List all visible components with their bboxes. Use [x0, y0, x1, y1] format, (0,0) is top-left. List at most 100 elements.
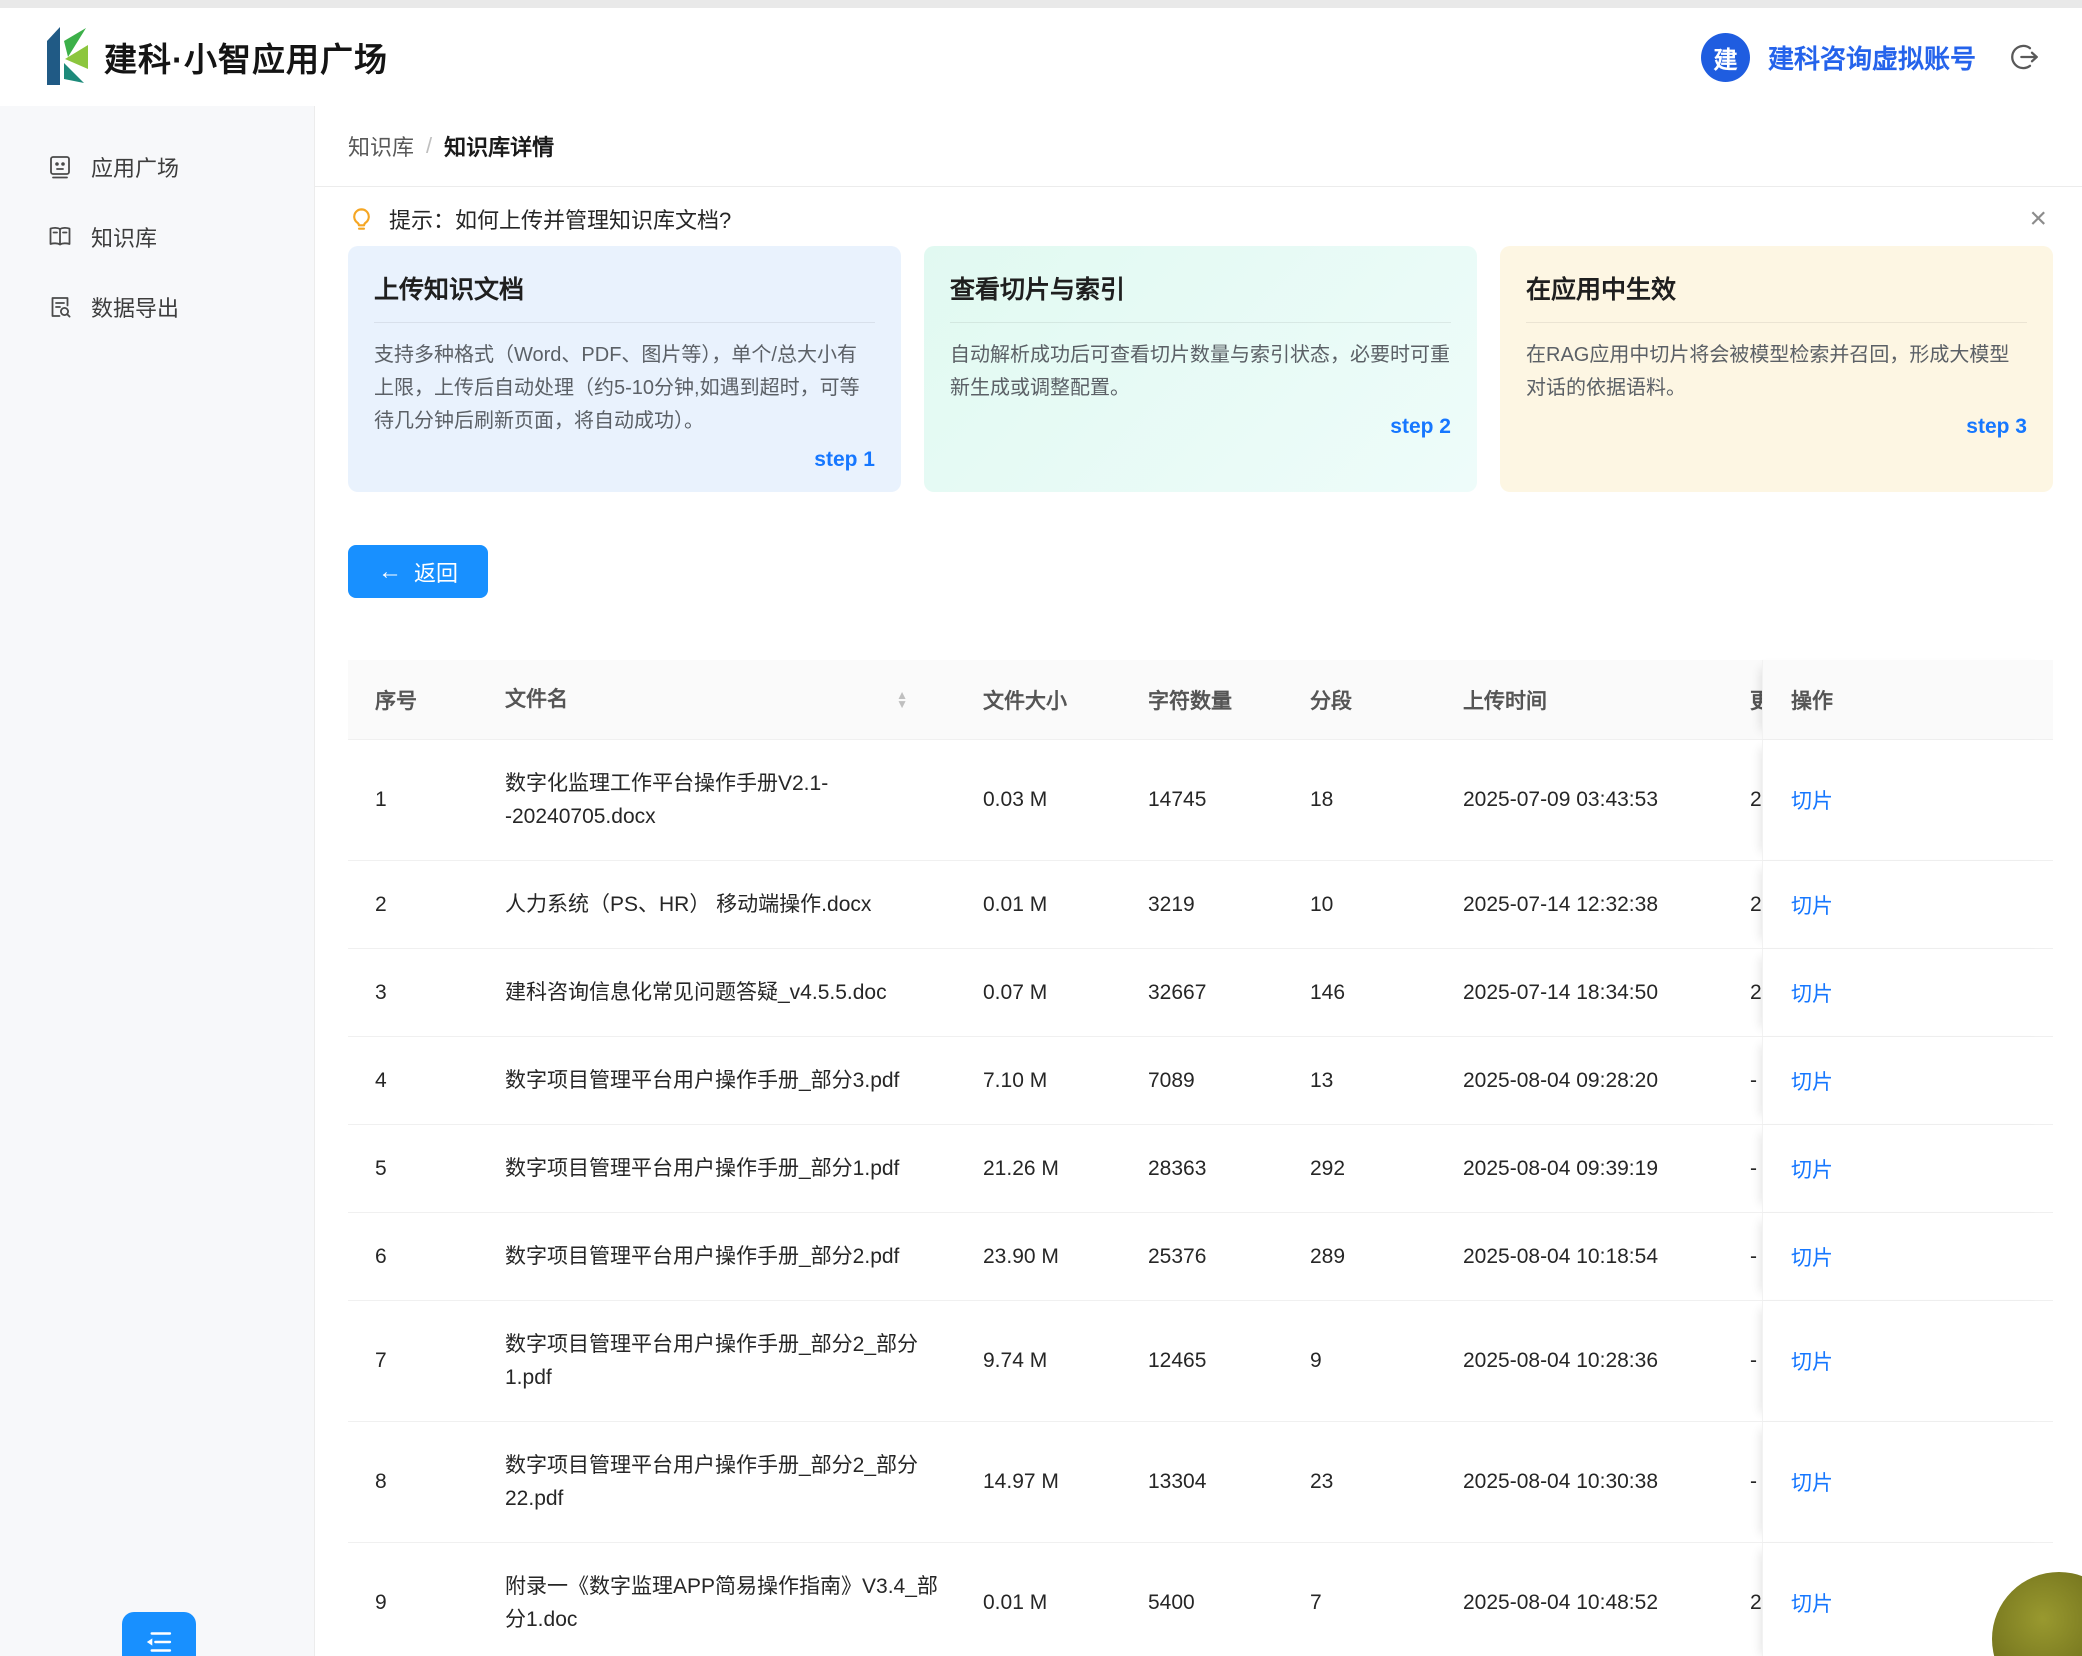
cell-uploadtime: 2025-08-04 10:18:54	[1440, 1245, 1747, 1269]
user-name[interactable]: 建科咨询虚拟账号	[1768, 39, 1976, 76]
cell-filesize: 0.01 M	[960, 1591, 1125, 1615]
header-actions: 操作	[1762, 660, 2053, 739]
slice-link[interactable]: 切片	[1791, 1588, 1833, 1618]
card-title: 上传知识文档	[374, 270, 875, 306]
cell-actions: 切片	[1762, 1213, 2053, 1300]
cell-uploadtime: 2025-07-09 03:43:53	[1440, 788, 1747, 812]
table-row: 1 数字化监理工作平台操作手册V2.1--20240705.docx 0.03 …	[348, 740, 2053, 861]
close-icon[interactable]: ×	[2023, 200, 2053, 238]
step-badge: step 3	[1526, 415, 2027, 439]
header-filename: 文件名 ▲▼	[480, 683, 960, 716]
step-badge: step 2	[950, 415, 1451, 439]
brand: 建科·小智应用广场	[46, 25, 388, 90]
cell-filename: 数字项目管理平台用户操作手册_部分2.pdf	[480, 1213, 960, 1300]
sidebar-item-knowledge-base[interactable]: 知识库	[0, 202, 314, 272]
slice-link[interactable]: 切片	[1791, 978, 1833, 1008]
filename-text: 数字项目管理平台用户操作手册_部分3.pdf	[505, 1064, 899, 1097]
cell-uploadtime: 2025-08-04 09:39:19	[1440, 1157, 1747, 1181]
slice-link[interactable]: 切片	[1791, 890, 1833, 920]
cell-seq: 3	[348, 981, 480, 1005]
cell-seq: 7	[348, 1349, 480, 1373]
table-row: 5 数字项目管理平台用户操作手册_部分1.pdf 21.26 M 28363 2…	[348, 1125, 2053, 1213]
slice-link[interactable]: 切片	[1791, 1154, 1833, 1184]
cell-charcount: 32667	[1125, 981, 1290, 1005]
filename-text: 建科咨询信息化常见问题答疑_v4.5.5.doc	[505, 976, 887, 1009]
cell-uploadtime: 2025-07-14 12:32:38	[1440, 893, 1747, 917]
cell-uploadtime: 2025-08-04 09:28:20	[1440, 1069, 1747, 1093]
brand-logo-icon	[46, 25, 90, 90]
filename-text: 附录一《数字监理APP简易操作指南》V3.4_部分1.doc	[505, 1570, 946, 1636]
cell-actions: 切片	[1762, 1125, 2053, 1212]
cell-filesize: 21.26 M	[960, 1157, 1125, 1181]
cell-segments: 292	[1290, 1157, 1440, 1181]
sidebar-collapse-button[interactable]	[122, 1612, 196, 1656]
cell-charcount: 14745	[1125, 788, 1290, 812]
book-icon	[46, 223, 74, 251]
lightbulb-icon	[348, 206, 375, 233]
cell-charcount: 13304	[1125, 1470, 1290, 1494]
sidebar-item-data-export[interactable]: 数据导出	[0, 272, 314, 342]
app-plaza-icon	[46, 153, 74, 181]
cell-charcount: 3219	[1125, 893, 1290, 917]
sort-carets-icon[interactable]: ▲▼	[896, 691, 908, 709]
breadcrumb-parent[interactable]: 知识库	[348, 130, 414, 162]
document-search-icon	[46, 293, 74, 321]
back-button[interactable]: ← 返回	[348, 545, 488, 598]
slice-link[interactable]: 切片	[1791, 1467, 1833, 1497]
breadcrumb-current: 知识库详情	[444, 130, 554, 162]
card-title: 查看切片与索引	[950, 270, 1451, 306]
cell-uploadtime: 2025-08-04 10:30:38	[1440, 1470, 1747, 1494]
user-avatar[interactable]: 建	[1701, 33, 1750, 82]
sidebar-item-app-plaza[interactable]: 应用广场	[0, 132, 314, 202]
card-title: 在应用中生效	[1526, 270, 2027, 306]
cell-seq: 4	[348, 1069, 480, 1093]
cell-seq: 9	[348, 1591, 480, 1615]
step-card-apply: 在应用中生效 在RAG应用中切片将会被模型检索并召回，形成大模型对话的依据语料。…	[1500, 246, 2053, 492]
cell-filename: 建科咨询信息化常见问题答疑_v4.5.5.doc	[480, 949, 960, 1036]
breadcrumb: 知识库 / 知识库详情	[348, 106, 2053, 186]
left-arrow-icon: ←	[378, 560, 402, 584]
sidebar-item-label: 知识库	[91, 221, 157, 253]
table-header-row: 序号 文件名 ▲▼ 文件大小 字符数量 分段 上传时间 更 操作	[348, 660, 2053, 740]
logout-icon[interactable]	[2008, 41, 2040, 73]
header-filename-label: 文件名	[505, 683, 568, 716]
cell-segments: 13	[1290, 1069, 1440, 1093]
cell-actions: 切片	[1762, 740, 2053, 860]
cell-filesize: 23.90 M	[960, 1245, 1125, 1269]
slice-link[interactable]: 切片	[1791, 1346, 1833, 1376]
table-body: 1 数字化监理工作平台操作手册V2.1--20240705.docx 0.03 …	[348, 740, 2053, 1656]
cell-segments: 9	[1290, 1349, 1440, 1373]
documents-table: 序号 文件名 ▲▼ 文件大小 字符数量 分段 上传时间 更 操作 1 数字化监理…	[348, 660, 2053, 1656]
filename-text: 数字项目管理平台用户操作手册_部分2_部分22.pdf	[505, 1449, 946, 1515]
table-row: 9 附录一《数字监理APP简易操作指南》V3.4_部分1.doc 0.01 M …	[348, 1543, 2053, 1656]
cell-uploadtime: 2025-07-14 18:34:50	[1440, 981, 1747, 1005]
menu-fold-icon	[142, 1627, 176, 1656]
cell-actions: 切片	[1762, 949, 2053, 1036]
slice-link[interactable]: 切片	[1791, 1066, 1833, 1096]
cell-seq: 1	[348, 788, 480, 812]
app-title: 建科·小智应用广场	[104, 33, 388, 81]
cell-seq: 6	[348, 1245, 480, 1269]
cell-uploadtime: 2025-08-04 10:28:36	[1440, 1349, 1747, 1373]
step-card-upload: 上传知识文档 支持多种格式（Word、PDF、图片等），单个/总大小有上限，上传…	[348, 246, 901, 492]
cell-uploadtime: 2025-08-04 10:48:52	[1440, 1591, 1747, 1615]
header-segments: 分段	[1290, 685, 1440, 715]
slice-link[interactable]: 切片	[1791, 1242, 1833, 1272]
cell-charcount: 5400	[1125, 1591, 1290, 1615]
step-cards: 上传知识文档 支持多种格式（Word、PDF、图片等），单个/总大小有上限，上传…	[348, 246, 2053, 492]
cell-filesize: 0.07 M	[960, 981, 1125, 1005]
cell-segments: 18	[1290, 788, 1440, 812]
cell-segments: 289	[1290, 1245, 1440, 1269]
sidebar-item-label: 应用广场	[91, 151, 179, 183]
card-body: 自动解析成功后可查看切片数量与索引状态，必要时可重新生成或调整配置。	[950, 339, 1451, 405]
cell-filename: 数字项目管理平台用户操作手册_部分1.pdf	[480, 1125, 960, 1212]
cell-filesize: 7.10 M	[960, 1069, 1125, 1093]
cell-filename: 人力系统（PS、HR） 移动端操作.docx	[480, 861, 960, 948]
table-row: 8 数字项目管理平台用户操作手册_部分2_部分22.pdf 14.97 M 13…	[348, 1422, 2053, 1543]
slice-link[interactable]: 切片	[1791, 785, 1833, 815]
filename-text: 数字项目管理平台用户操作手册_部分2.pdf	[505, 1240, 899, 1273]
table-row: 7 数字项目管理平台用户操作手册_部分2_部分1.pdf 9.74 M 1246…	[348, 1301, 2053, 1422]
cell-charcount: 7089	[1125, 1069, 1290, 1093]
top-strip	[0, 0, 2082, 8]
cell-filename: 数字项目管理平台用户操作手册_部分2_部分1.pdf	[480, 1301, 960, 1421]
